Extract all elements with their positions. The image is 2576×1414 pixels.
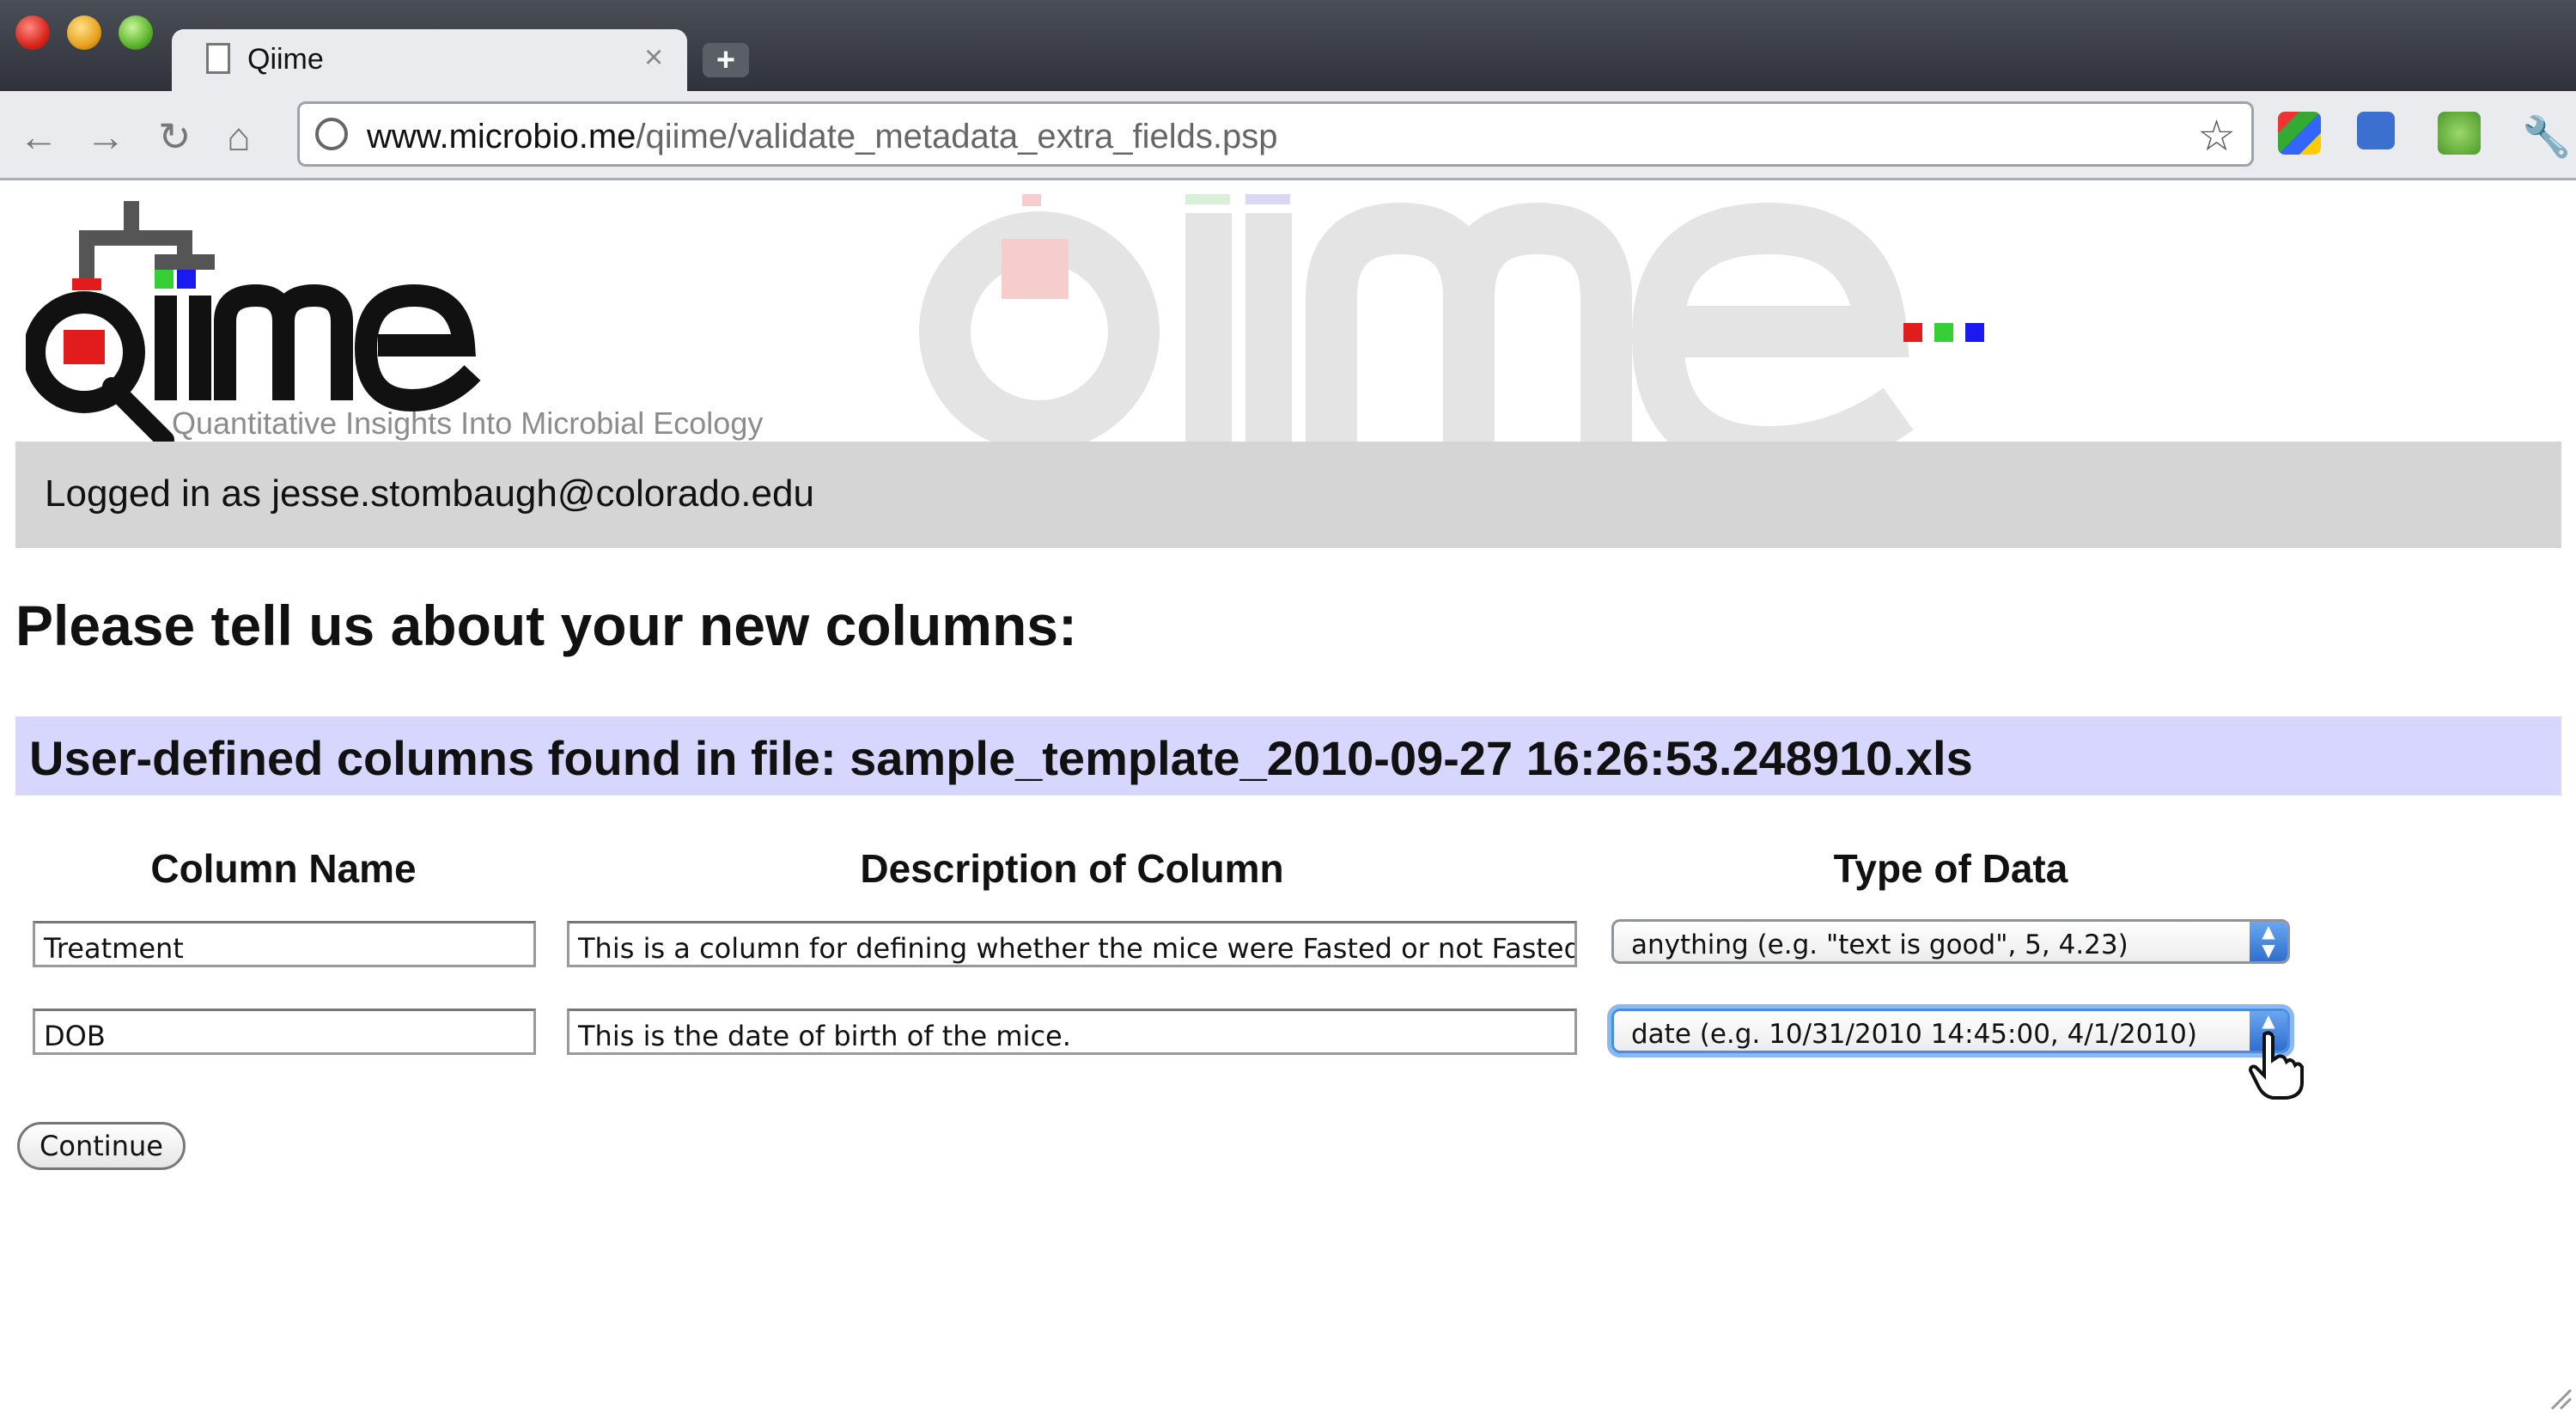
data-type-select[interactable]: anything (e.g. "text is good", 5, 4.23) … (1611, 919, 2290, 964)
browser-tab-bar: Qiime × + (0, 0, 2576, 91)
resize-grip-icon[interactable] (2547, 1385, 2573, 1411)
checkmark-extension-icon[interactable] (2438, 112, 2481, 155)
hand-cursor-icon (2248, 1031, 2304, 1100)
minimize-window-button[interactable] (67, 15, 101, 50)
page-icon (206, 43, 230, 74)
qiime-watermark (919, 194, 1984, 452)
back-icon[interactable]: ← (19, 113, 58, 160)
zoom-window-button[interactable] (119, 15, 153, 50)
select-arrows-icon: ▲▼ (2250, 922, 2287, 961)
close-window-button[interactable] (15, 15, 50, 50)
address-bar[interactable]: www.microbio.me/qiime/validate_metadata_… (297, 101, 2254, 167)
browser-toolbar: ← → ↻ ⌂ www.microbio.me/qiime/validate_m… (0, 91, 2576, 180)
data-type-selected-value: date (e.g. 10/31/2010 14:45:00, 4/1/2010… (1631, 1019, 2197, 1050)
browser-tab[interactable]: Qiime × (172, 29, 687, 91)
google-extension-icon[interactable] (2278, 112, 2321, 155)
tab-title: Qiime (247, 43, 324, 76)
star-icon[interactable]: ☆ (2197, 111, 2236, 161)
new-tab-button[interactable]: + (703, 43, 749, 77)
column-name-input[interactable]: Treatment (33, 921, 536, 967)
reload-icon[interactable]: ↻ (158, 113, 192, 160)
login-status: Logged in as jesse.stombaugh@colorado.ed… (45, 472, 814, 515)
globe-icon (315, 118, 348, 150)
file-heading: User-defined columns found in file: samp… (29, 731, 1973, 785)
home-icon[interactable]: ⌂ (227, 113, 251, 160)
page-title: Please tell us about your new columns: (15, 594, 1077, 657)
url-domain: www.microbio.me (367, 118, 636, 155)
continue-button[interactable]: Continue (17, 1122, 186, 1170)
tagline: Quantitative Insights Into Microbial Eco… (172, 405, 764, 441)
forward-icon[interactable]: → (86, 113, 125, 160)
data-type-select[interactable]: date (e.g. 10/31/2010 14:45:00, 4/1/2010… (1611, 1009, 2290, 1053)
wrench-icon[interactable]: 🔧 (2522, 113, 2571, 161)
file-heading-bar: User-defined columns found in file: samp… (15, 716, 2561, 795)
column-header-description: Description of Column (860, 846, 1284, 891)
column-header-type: Type of Data (1833, 846, 2068, 891)
tab-close-icon[interactable]: × (644, 40, 663, 76)
column-description-input[interactable]: This is the date of birth of the mice. (567, 1009, 1577, 1055)
column-name-input[interactable]: DOB (33, 1009, 536, 1055)
url-text[interactable]: www.microbio.me/qiime/validate_metadata_… (367, 118, 1278, 156)
column-header-name: Column Name (150, 846, 417, 891)
login-bar: Logged in as jesse.stombaugh@colorado.ed… (15, 442, 2561, 548)
column-description-input[interactable]: This is a column for defining whether th… (567, 921, 1577, 967)
url-path: /qiime/validate_metadata_extra_fields.ps… (636, 118, 1278, 155)
data-type-selected-value: anything (e.g. "text is good", 5, 4.23) (1631, 929, 2128, 960)
windows-extension-icon[interactable] (2357, 112, 2395, 149)
